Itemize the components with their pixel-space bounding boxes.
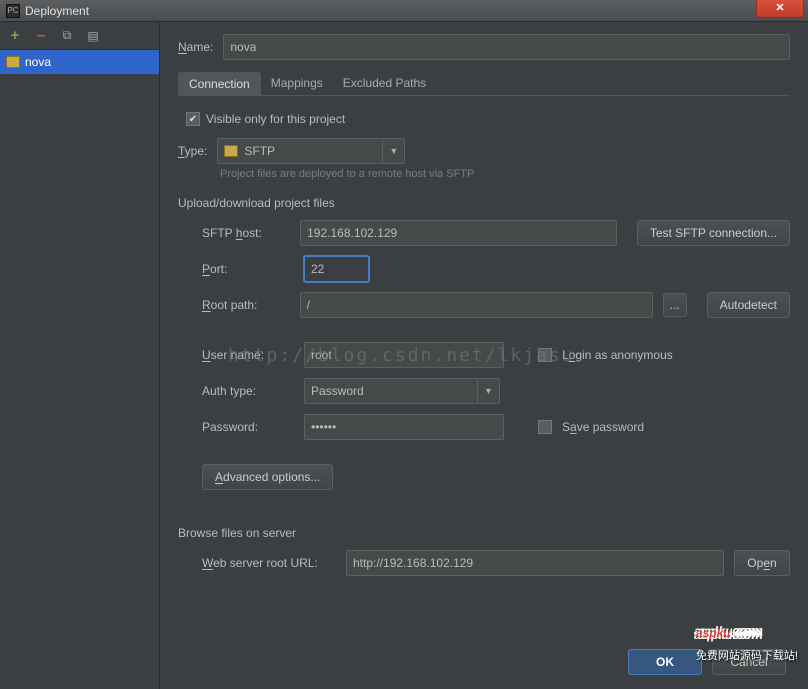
chevron-down-icon: ▼ <box>477 379 499 403</box>
sftp-host-label: SFTP host: <box>202 226 290 240</box>
root-path-input[interactable] <box>300 292 653 318</box>
main-panel: Name: Connection Mappings Excluded Paths… <box>160 22 808 689</box>
anonymous-label: Login as anonymous <box>562 348 673 362</box>
auth-type-label: Auth type: <box>202 384 294 398</box>
tabs: Connection Mappings Excluded Paths <box>178 72 790 96</box>
auth-type-value: Password <box>311 384 364 398</box>
tree-item-nova[interactable]: nova <box>0 50 159 74</box>
username-label: User name: <box>202 348 294 362</box>
upload-section-title: Upload/download project files <box>178 196 790 210</box>
chevron-down-icon: ▼ <box>382 139 404 163</box>
save-password-checkbox[interactable] <box>538 420 552 434</box>
server-icon <box>6 56 20 68</box>
port-input[interactable] <box>304 256 369 282</box>
root-path-label: Root path: <box>202 298 290 312</box>
auth-type-select[interactable]: Password ▼ <box>304 378 500 404</box>
browse-section-title: Browse files on server <box>178 526 790 540</box>
type-label: Type: <box>178 144 207 158</box>
add-icon[interactable]: + <box>8 29 22 43</box>
close-button[interactable]: ✕ <box>756 0 804 18</box>
tab-connection[interactable]: Connection <box>178 72 261 96</box>
cancel-button[interactable]: Cancel <box>712 649 786 675</box>
window-title: Deployment <box>25 4 89 18</box>
save-password-label: Save password <box>562 420 644 434</box>
sftp-icon <box>224 145 238 157</box>
password-input[interactable] <box>304 414 504 440</box>
web-url-input[interactable] <box>346 550 724 576</box>
type-hint: Project files are deployed to a remote h… <box>220 168 790 180</box>
web-url-label: Web server root URL: <box>202 556 336 570</box>
tree-item-label: nova <box>25 55 51 69</box>
browse-root-button[interactable]: ... <box>663 293 687 317</box>
visible-only-label: Visible only for this project <box>206 112 345 126</box>
type-value: SFTP <box>244 144 275 158</box>
remove-icon[interactable]: – <box>34 29 48 43</box>
open-url-button[interactable]: Open <box>734 550 790 576</box>
title-bar: PC Deployment ✕ <box>0 0 808 22</box>
tab-excluded-paths[interactable]: Excluded Paths <box>333 72 436 95</box>
port-label: Port: <box>202 262 294 276</box>
tab-mappings[interactable]: Mappings <box>261 72 333 95</box>
advanced-options-button[interactable]: Advanced options... <box>202 464 333 490</box>
run-icon[interactable]: ▤ <box>86 29 100 43</box>
app-icon: PC <box>6 4 20 18</box>
name-input[interactable] <box>223 34 790 60</box>
copy-icon[interactable]: ⧉ <box>60 29 74 43</box>
sftp-host-input[interactable] <box>300 220 617 246</box>
visible-only-checkbox[interactable] <box>186 112 200 126</box>
name-label: Name: <box>178 40 213 54</box>
sidebar-toolbar: + – ⧉ ▤ <box>0 22 159 50</box>
ok-button[interactable]: OK <box>628 649 702 675</box>
test-connection-button[interactable]: Test SFTP connection... <box>637 220 790 246</box>
password-label: Password: <box>202 420 294 434</box>
username-input[interactable] <box>304 342 504 368</box>
dialog-footer: OK Cancel <box>628 649 786 675</box>
anonymous-checkbox[interactable] <box>538 348 552 362</box>
autodetect-button[interactable]: Autodetect <box>707 292 790 318</box>
sidebar: + – ⧉ ▤ nova <box>0 22 160 689</box>
type-select[interactable]: SFTP ▼ <box>217 138 405 164</box>
